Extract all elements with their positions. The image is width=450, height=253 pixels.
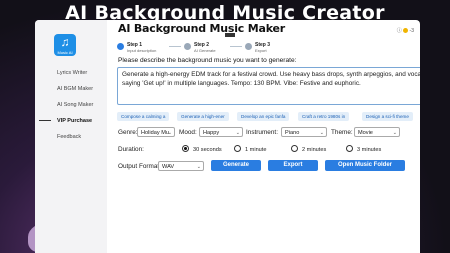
suggestion-chips: Compose a calming a Generate a high-ener… <box>117 112 420 122</box>
sidebar-item-label: Feedback <box>57 134 82 140</box>
mood-value: Happy <box>203 130 220 136</box>
sidebar-item-label: VIP Purchase <box>57 118 93 124</box>
sidebar-item-ai-bgm-maker[interactable]: AI BGM Maker <box>35 86 107 92</box>
radio-selected-icon <box>182 145 189 152</box>
step-2-marker <box>184 43 191 50</box>
duration-option-30s[interactable]: 30 seconds <box>182 145 222 153</box>
help-icon[interactable]: ⓘ <box>397 28 402 34</box>
genre-select[interactable]: Holiday Mu ⌄ <box>137 127 175 137</box>
duration-option-label: 3 minutes <box>357 146 382 153</box>
tooltip <box>225 33 235 37</box>
output-format-value: WAV <box>162 164 175 170</box>
active-indicator <box>39 120 51 121</box>
instrument-select[interactable]: Piano ⌄ <box>281 127 327 137</box>
app-logo: ♫ Music AI <box>54 34 76 56</box>
duration-label: Duration: <box>118 146 144 153</box>
coin-icon <box>403 28 409 34</box>
instrument-value: Piano <box>285 130 300 136</box>
topbar-icons: ⓘ -3 <box>397 27 414 34</box>
sidebar-item-feedback[interactable]: Feedback <box>35 134 107 140</box>
step-connector <box>230 46 242 47</box>
duration-option-3m[interactable]: 3 minutes <box>346 145 382 153</box>
main-content: AI Background Music Maker ⓘ -3 Step 1 In… <box>111 20 420 253</box>
suggestion-chip[interactable]: Compose a calming a <box>117 112 170 121</box>
step-indicator: Step 1 Input description Step 2 AI Gener… <box>117 42 417 56</box>
coin-count: -3 <box>409 28 414 34</box>
suggestion-chip[interactable]: Generate a high-ener <box>177 112 229 121</box>
logo-text: Music AI <box>57 50 73 55</box>
step-3-sub: Export <box>255 48 267 53</box>
chevron-down-icon: ⌄ <box>235 130 240 136</box>
chevron-down-icon: ⌄ <box>319 130 324 136</box>
step-1-sub: Input description <box>127 48 157 53</box>
sidebar: ♫ Music AI Lyrics Writer AI BGM Maker AI… <box>35 20 107 253</box>
export-button[interactable]: Export <box>268 160 318 171</box>
mood-label: Mood: <box>179 129 197 136</box>
step-3-marker <box>245 43 252 50</box>
sidebar-item-ai-song-maker[interactable]: AI Song Maker <box>35 102 107 108</box>
genre-label: Genre: <box>118 129 138 136</box>
theme-select[interactable]: Movie ⌄ <box>354 127 400 137</box>
step-1-marker <box>117 43 124 50</box>
radio-icon <box>291 145 298 152</box>
chevron-down-icon: ⌄ <box>392 130 397 136</box>
chevron-down-icon: ⌄ <box>196 164 201 170</box>
sidebar-item-label: AI BGM Maker <box>57 86 94 92</box>
instrument-label: Instrument: <box>246 129 278 136</box>
sidebar-item-vip-purchase[interactable]: VIP Purchase <box>35 118 107 124</box>
duration-option-1m[interactable]: 1 minute <box>234 145 267 153</box>
mood-select[interactable]: Happy ⌄ <box>199 127 243 137</box>
theme-value: Movie <box>358 130 373 136</box>
genre-value: Holiday Mu <box>141 130 169 136</box>
suggestion-chip[interactable]: Design a sci-fi theme <box>362 112 413 121</box>
radio-icon <box>234 145 241 152</box>
output-format-label: Output Format: <box>118 163 161 170</box>
music-note-icon: ♫ <box>60 35 70 49</box>
suggestion-chip[interactable]: Develop an epic fanfa <box>237 112 290 121</box>
page-title: AI Background Music Maker <box>118 22 286 35</box>
output-format-select[interactable]: WAV ⌄ <box>158 161 204 171</box>
open-music-folder-button[interactable]: Open Music Folder <box>325 160 405 171</box>
chevron-down-icon: ⌄ <box>167 130 172 136</box>
radio-icon <box>346 145 353 152</box>
sidebar-item-label: AI Song Maker <box>57 102 94 108</box>
app-window: ♫ Music AI Lyrics Writer AI BGM Maker AI… <box>35 20 420 253</box>
duration-option-2m[interactable]: 2 minutes <box>291 145 327 153</box>
theme-label: Theme: <box>331 129 353 136</box>
generate-button[interactable]: Generate <box>211 160 261 171</box>
duration-option-label: 2 minutes <box>302 146 327 153</box>
step-connector <box>169 46 181 47</box>
suggestion-chip[interactable]: Craft a retro 1980s in <box>298 112 350 121</box>
prompt-textarea[interactable]: Generate a high-energy EDM track for a f… <box>117 67 420 105</box>
step-2-sub: AI Generate <box>194 48 216 53</box>
prompt-label: Please describe the background music you… <box>118 57 297 64</box>
duration-option-label: 30 seconds <box>193 146 222 153</box>
sidebar-item-lyrics-writer[interactable]: Lyrics Writer <box>35 70 107 76</box>
duration-option-label: 1 minute <box>245 146 267 153</box>
sidebar-item-label: Lyrics Writer <box>57 70 88 76</box>
